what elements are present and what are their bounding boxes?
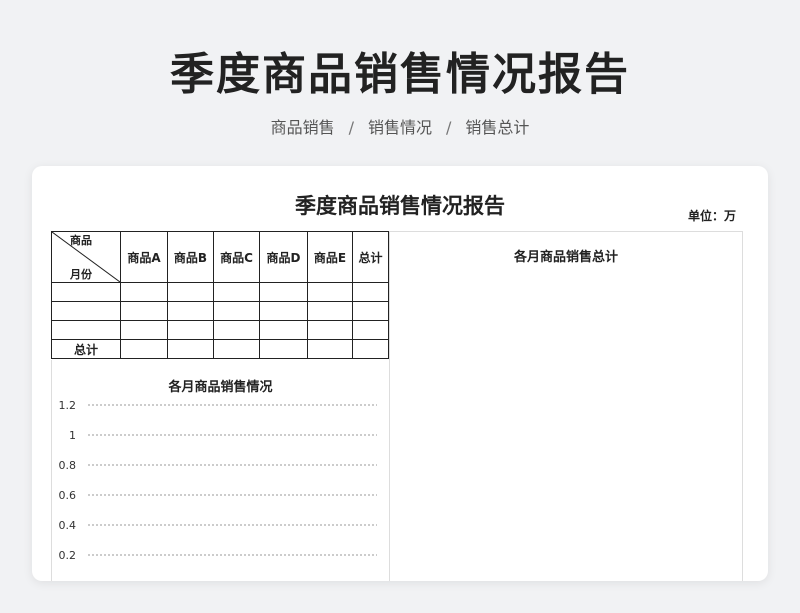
table-cell[interactable] [352, 301, 389, 321]
breadcrumb-item[interactable]: 销售情况 [368, 118, 432, 137]
y-tick-label: 1.2 [59, 399, 77, 412]
row-label: 总计 [51, 339, 121, 359]
table-cell[interactable] [259, 301, 308, 321]
y-tick-label: 0.4 [59, 519, 77, 532]
breadcrumb-separator: / [446, 118, 452, 137]
table-cell[interactable] [167, 301, 214, 321]
table-cell[interactable] [352, 282, 389, 302]
column-header: 商品C [213, 231, 260, 283]
table-cell[interactable] [259, 282, 308, 302]
table-cell[interactable] [120, 282, 168, 302]
y-tick-label: 0.2 [59, 549, 77, 562]
column-header: 商品A [120, 231, 168, 283]
y-tick-label: 0.6 [59, 489, 77, 502]
unit-label: 单位：万 [687, 209, 736, 223]
monthly-total-chart: 各月商品销售总计 [389, 231, 743, 581]
y-tick-label: 0.8 [59, 459, 77, 472]
table-cell[interactable] [259, 320, 308, 340]
table-cell[interactable] [120, 320, 168, 340]
page-title: 季度商品销售情况报告 [170, 49, 630, 100]
column-header: 商品D [259, 231, 308, 283]
chart-plot-area: 1.2 1 0.8 0.6 0.4 0.2 [59, 399, 377, 562]
monthly-sales-chart: 各月商品销售情况 1.2 1 0.8 0.6 0.4 0.2 [51, 360, 389, 581]
table-cell[interactable] [120, 301, 168, 321]
corner-cell: 商品 月份 [51, 231, 121, 283]
column-header: 商品E [307, 231, 353, 283]
table-cell[interactable] [307, 282, 353, 302]
table-row [51, 301, 389, 321]
table-cell[interactable] [167, 339, 214, 359]
table-total-row: 总计 [51, 339, 389, 359]
table-cell[interactable] [213, 282, 260, 302]
row-label [51, 282, 121, 302]
table-cell[interactable] [167, 282, 214, 302]
row-label [51, 320, 121, 340]
table-cell[interactable] [307, 320, 353, 340]
report-preview-card: 季度商品销售情况报告 单位：万 商品 月份 商品A 商品B 商品C 商品D 商品… [32, 166, 768, 581]
table-row [51, 320, 389, 340]
table-cell[interactable] [259, 339, 308, 359]
sheet-title: 季度商品销售情况报告 [295, 194, 505, 218]
table-cell[interactable] [352, 320, 389, 340]
table-cell[interactable] [167, 320, 214, 340]
y-tick-label: 1 [69, 429, 76, 442]
breadcrumb-item[interactable]: 商品销售 [271, 118, 335, 137]
breadcrumb: 商品销售 / 销售情况 / 销售总计 [0, 114, 800, 138]
corner-label-product: 商品 [70, 234, 92, 247]
corner-label-month: 月份 [70, 268, 92, 281]
table-cell[interactable] [120, 339, 168, 359]
table-cell[interactable] [307, 301, 353, 321]
sales-table: 商品 月份 商品A 商品B 商品C 商品D 商品E 总计 总计 [51, 231, 389, 359]
table-cell[interactable] [307, 339, 353, 359]
column-header: 总计 [352, 231, 389, 283]
table-cell[interactable] [213, 320, 260, 340]
table-cell[interactable] [213, 301, 260, 321]
table-cell[interactable] [352, 339, 389, 359]
table-header-row: 商品 月份 商品A 商品B 商品C 商品D 商品E 总计 [51, 231, 389, 283]
chart-title: 各月商品销售总计 [513, 250, 618, 265]
column-header: 商品B [167, 231, 214, 283]
breadcrumb-item[interactable]: 销售总计 [465, 118, 529, 137]
table-cell[interactable] [213, 339, 260, 359]
breadcrumb-separator: / [348, 118, 354, 137]
row-label [51, 301, 121, 321]
table-row [51, 282, 389, 302]
